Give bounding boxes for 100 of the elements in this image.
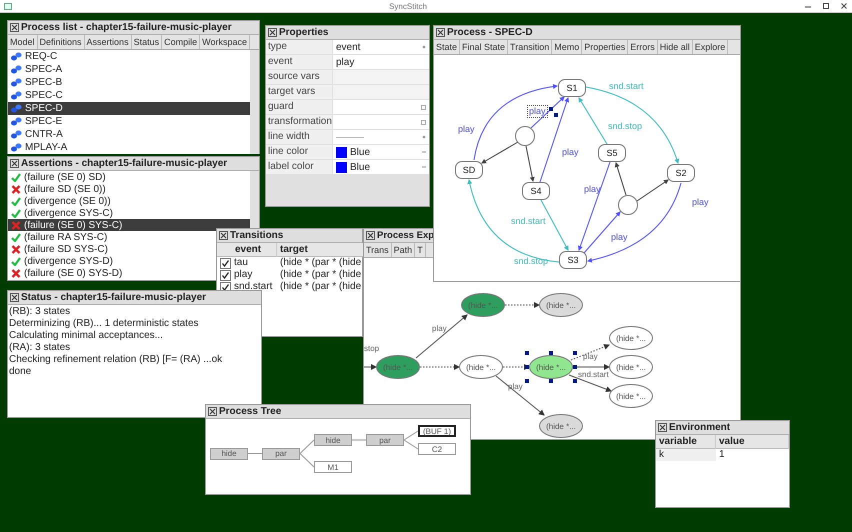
state-node[interactable]: SD <box>455 161 483 179</box>
list-item[interactable]: CNTR-A <box>8 128 250 141</box>
transition-label[interactable]: play <box>456 123 477 136</box>
state-node[interactable]: S4 <box>522 182 550 200</box>
checkbox[interactable] <box>220 270 231 280</box>
tree-node[interactable]: M1 <box>314 461 352 473</box>
state-node[interactable]: (hide *... <box>539 414 583 438</box>
close-icon[interactable] <box>10 23 19 32</box>
state-node[interactable]: S2 <box>667 164 695 182</box>
property-field[interactable]: event <box>332 40 429 55</box>
list-item[interactable]: (divergence SYS-D) <box>8 255 117 267</box>
list-item[interactable]: SPEC-D <box>8 102 250 115</box>
line-sample <box>336 136 364 138</box>
list-item[interactable]: (divergence SYS-C) <box>8 207 117 219</box>
property-label: event <box>266 55 332 70</box>
transition-label[interactable]: play <box>690 196 711 209</box>
dropdown-icon[interactable] <box>422 45 426 49</box>
transition-label[interactable]: play <box>582 183 603 196</box>
transition-arrow[interactable] <box>636 179 669 202</box>
list-item[interactable]: SPEC-E <box>8 115 250 128</box>
state-node[interactable]: S1 <box>558 79 586 97</box>
junction-node[interactable] <box>618 195 638 215</box>
property-field[interactable] <box>332 100 429 115</box>
list-item[interactable]: (failure SD SYS-C) <box>8 243 112 255</box>
toolbar-button[interactable]: Transition <box>508 40 552 54</box>
list-item[interactable]: (divergence (SE 0)) <box>8 195 115 207</box>
property-label: transformation <box>266 115 332 130</box>
toolbar-button[interactable]: Final State <box>460 40 508 54</box>
status-line: (RB): 3 states <box>9 306 72 318</box>
property-field[interactable] <box>332 130 429 145</box>
tree-node[interactable]: hide <box>210 448 248 460</box>
state-node[interactable]: S5 <box>598 144 626 162</box>
connector-line <box>404 440 418 450</box>
tab[interactable]: Model <box>8 35 38 49</box>
list-item[interactable]: SPEC-A <box>8 63 250 76</box>
toolbar-button[interactable]: Explore <box>692 40 728 54</box>
tree-node[interactable]: par <box>366 434 404 446</box>
tab[interactable]: Workspace <box>200 35 250 49</box>
checkbox[interactable] <box>220 258 231 268</box>
close-icon[interactable] <box>840 2 848 10</box>
state-node[interactable]: (hide *... <box>539 293 583 317</box>
property-label: type <box>266 40 332 55</box>
property-field[interactable]: Blue <box>332 160 429 175</box>
list-item[interactable]: SPEC-B <box>8 76 250 89</box>
state-node[interactable]: (hide *... <box>529 355 573 379</box>
close-icon[interactable] <box>219 231 228 240</box>
state-node[interactable]: (hide *... <box>609 384 653 408</box>
toolbar-button[interactable]: Hide all <box>658 40 693 54</box>
state-node[interactable]: (hide *... <box>609 355 653 379</box>
status-line: done <box>9 366 32 378</box>
close-icon[interactable] <box>658 423 667 432</box>
transition-label[interactable]: play <box>527 105 548 118</box>
tab[interactable]: Definitions <box>38 35 85 49</box>
toolbar-button[interactable]: Properties <box>582 40 628 54</box>
list-item[interactable]: (failure SD (SE 0)) <box>8 183 110 195</box>
maximize-icon[interactable] <box>822 2 830 10</box>
property-field[interactable] <box>332 115 429 130</box>
property-field[interactable]: Blue <box>332 145 429 160</box>
transition-arrow[interactable] <box>614 162 626 196</box>
property-field[interactable]: play <box>332 55 429 70</box>
toolbar-button[interactable]: Errors <box>628 40 658 54</box>
list-item[interactable]: (failure (SE 0) SYS-D) <box>8 267 126 279</box>
state-node[interactable]: (hide *... <box>609 326 653 350</box>
list-item[interactable]: REQ-C <box>8 50 250 63</box>
tree-node[interactable]: C2 <box>418 443 456 455</box>
state-node[interactable]: (hide *... <box>459 355 503 379</box>
close-icon[interactable] <box>10 159 19 168</box>
tab[interactable]: Trans <box>364 243 392 257</box>
list-item[interactable]: (failure (SE 0) SYS-C) <box>8 219 250 231</box>
property-label: label color <box>266 160 332 175</box>
transition-label[interactable]: play <box>609 231 630 244</box>
tab[interactable]: Compile <box>162 35 200 49</box>
dropdown-icon[interactable] <box>422 135 426 139</box>
tree-node[interactable]: hide <box>314 434 352 446</box>
tab[interactable]: T <box>415 243 426 257</box>
tree-node[interactable]: (BUF 1) <box>418 425 456 437</box>
tree-node[interactable]: par <box>262 448 300 460</box>
toolbar-button[interactable]: State <box>434 40 460 54</box>
close-icon[interactable] <box>10 293 19 302</box>
transition-arrow[interactable] <box>481 142 518 164</box>
transition-label: stop <box>364 344 380 354</box>
tab[interactable]: Path <box>392 243 416 257</box>
tab[interactable]: Status <box>132 35 162 49</box>
transition-arrow[interactable] <box>530 96 565 128</box>
junction-node[interactable] <box>515 126 535 146</box>
close-icon[interactable] <box>268 28 277 37</box>
list-item[interactable]: (failure RA SYS-C) <box>8 231 112 243</box>
transition-arrow[interactable] <box>526 146 535 182</box>
close-icon[interactable] <box>208 407 217 416</box>
list-item[interactable]: (failure (SE 0) SD) <box>8 171 110 183</box>
transition-label[interactable]: play <box>560 146 581 159</box>
toolbar-button[interactable]: Memo <box>552 40 582 54</box>
transition-label: snd.start <box>578 370 609 380</box>
close-icon[interactable] <box>436 28 445 37</box>
app-title: SyncStitch <box>389 2 427 10</box>
state-node[interactable]: S3 <box>559 251 587 269</box>
tab[interactable]: Assertions <box>84 35 132 49</box>
close-icon[interactable] <box>366 231 375 240</box>
list-item[interactable]: MPLAY-A <box>8 141 250 154</box>
list-item[interactable]: SPEC-C <box>8 89 250 102</box>
